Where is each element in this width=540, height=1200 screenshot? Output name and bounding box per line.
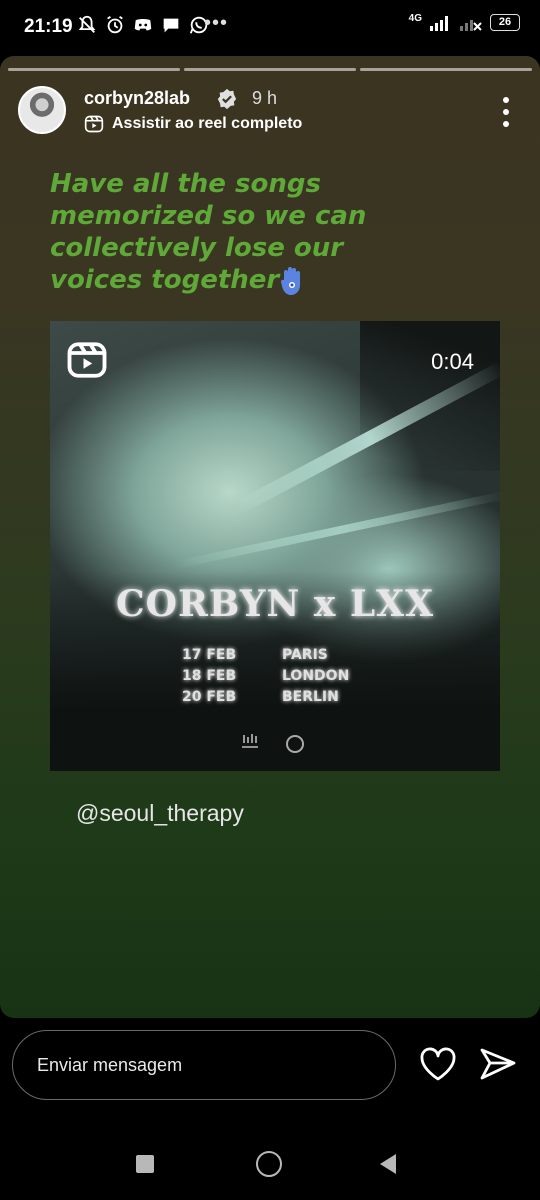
signal-icon xyxy=(430,15,448,31)
signal-off-icon xyxy=(460,19,482,31)
mention-sticker[interactable]: @seoul_therapy xyxy=(76,800,244,827)
story-header: corbyn28lab 9 h Assistir ao reel complet… xyxy=(18,84,518,140)
story-view[interactable]: corbyn28lab 9 h Assistir ao reel complet… xyxy=(0,56,540,1018)
send-message-input[interactable] xyxy=(12,1030,396,1100)
tour-date-row: 20 FEB BERLIN xyxy=(182,687,422,708)
tour-city: PARIS xyxy=(282,647,328,663)
tour-date: 18 FEB xyxy=(182,668,237,684)
system-navigation-bar xyxy=(0,1128,540,1200)
tour-city: LONDON xyxy=(282,668,350,684)
reels-icon xyxy=(67,342,107,378)
progress-segment xyxy=(184,68,356,71)
story-progress xyxy=(8,68,532,71)
caption-line: Have all the songs xyxy=(50,169,321,199)
more-notifications-dots: ••• xyxy=(204,12,229,34)
tour-date-row: 18 FEB LONDON xyxy=(182,666,422,687)
tour-date-row: 17 FEB PARIS xyxy=(182,645,422,666)
alarm-icon xyxy=(107,15,123,34)
badge-logo-icon xyxy=(286,735,304,753)
more-options-icon[interactable] xyxy=(494,92,518,132)
progress-segment xyxy=(8,68,180,71)
poster-title: CORBYN x LXX xyxy=(115,583,435,625)
reel-duration: 0:04 xyxy=(431,349,474,374)
reels-icon xyxy=(84,115,104,133)
reel-shadow xyxy=(360,321,500,471)
clock: 21:19 xyxy=(24,16,73,37)
recent-apps-button[interactable] xyxy=(136,1155,154,1173)
tour-date: 17 FEB xyxy=(182,647,237,663)
light-streak xyxy=(172,490,500,570)
caption-line: collectively lose our xyxy=(50,233,344,263)
status-right: 4G 26 xyxy=(408,13,520,31)
home-button[interactable] xyxy=(256,1151,282,1177)
watch-full-reel-label: Assistir ao reel completo xyxy=(112,115,303,132)
tour-dates: 17 FEB PARIS 18 FEB LONDON 20 FEB BERLIN xyxy=(182,645,422,708)
tour-date: 20 FEB xyxy=(182,689,237,705)
chat-icon xyxy=(163,18,179,33)
caption-line: memorized so we can xyxy=(50,201,367,231)
story-caption: Have all the songs memorized so we can c… xyxy=(50,168,430,296)
progress-segment xyxy=(360,68,532,71)
hamsa-hand-icon xyxy=(281,266,301,295)
username[interactable]: corbyn28lab xyxy=(84,88,190,109)
watch-full-reel-link[interactable]: Assistir ao reel completo xyxy=(84,114,302,134)
mute-bell-icon xyxy=(78,15,96,33)
discord-icon xyxy=(134,19,152,31)
tour-city: BERLIN xyxy=(282,689,339,705)
send-icon[interactable] xyxy=(478,1046,518,1082)
reel-preview[interactable]: 0:04 CORBYN x LXX 17 FEB PARIS 18 FEB LOND… xyxy=(50,321,500,771)
battery-indicator: 26 xyxy=(490,14,520,31)
verified-badge-icon xyxy=(217,88,237,110)
avatar[interactable] xyxy=(18,86,66,134)
label-logo-icon xyxy=(242,734,258,748)
back-button[interactable] xyxy=(380,1154,396,1174)
network-type: 4G xyxy=(408,13,422,24)
caption-line: voices together xyxy=(50,264,430,296)
status-bar: 21:19 ••• 4G 26 xyxy=(0,0,540,56)
caption-line-text: voices together xyxy=(50,265,280,295)
heart-icon[interactable] xyxy=(418,1046,458,1082)
post-age: 9 h xyxy=(252,88,278,108)
reply-bar xyxy=(0,1018,540,1128)
notification-icons xyxy=(76,14,210,36)
